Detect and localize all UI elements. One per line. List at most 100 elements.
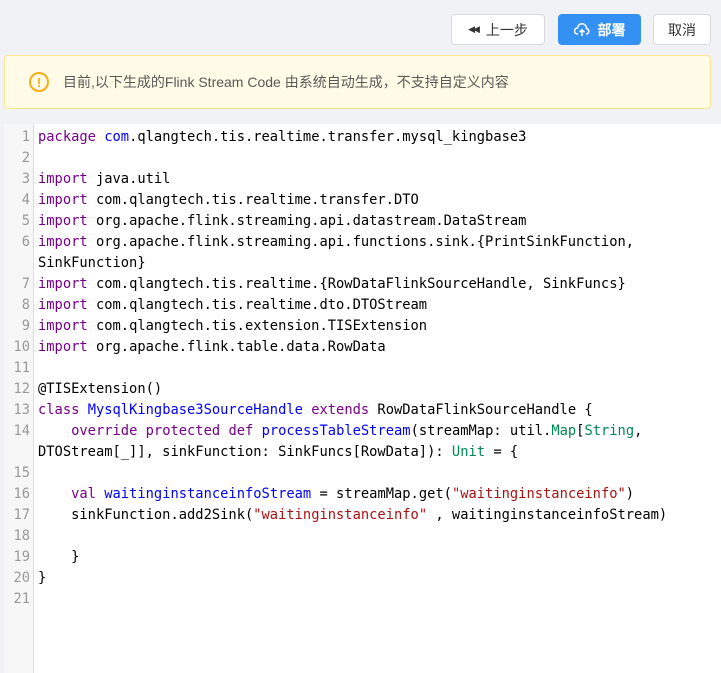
token-kw: val: [71, 486, 96, 502]
token: com.qlangtech.tis.realtime.{RowDataFlink…: [88, 276, 626, 292]
code-line: 15: [4, 463, 714, 484]
code-text: }: [38, 547, 713, 568]
code-text: @TISExtension(): [38, 379, 713, 400]
code-text: package com.qlangtech.tis.realtime.trans…: [38, 127, 713, 148]
code-text: import org.apache.flink.streaming.api.da…: [38, 211, 713, 232]
token-def: MysqlKingbase3SourceHandle: [88, 402, 303, 418]
line-number: 20: [4, 568, 38, 589]
code-text: }: [38, 568, 713, 589]
code-line: 6import org.apache.flink.streaming.api.f…: [4, 232, 714, 274]
token-type: Unit: [452, 444, 485, 460]
token-kw: override: [71, 423, 137, 439]
code-line: 19 }: [4, 547, 714, 568]
code-text: [38, 358, 713, 379]
code-text: override protected def processTableStrea…: [38, 421, 713, 463]
code-line: 12@TISExtension(): [4, 379, 714, 400]
cancel-button[interactable]: 取消: [653, 14, 711, 45]
code-line: 14 override protected def processTableSt…: [4, 421, 714, 463]
line-number: 5: [4, 211, 38, 232]
token-str: "waitinginstanceinfo": [452, 486, 626, 502]
code-text: val waitinginstanceinfoStream = streamMa…: [38, 484, 713, 505]
token: [38, 486, 71, 502]
code-text: import com.qlangtech.tis.realtime.transf…: [38, 190, 713, 211]
code-text: import com.qlangtech.tis.extension.TISEx…: [38, 316, 713, 337]
prev-step-button[interactable]: ◀◀ 上一步: [451, 14, 545, 45]
line-number: 9: [4, 316, 38, 337]
line-number: 1: [4, 127, 38, 148]
line-number: 7: [4, 274, 38, 295]
code-text: [38, 589, 713, 610]
token-type: Map: [551, 423, 576, 439]
line-number: 8: [4, 295, 38, 316]
token: com.qlangtech.tis.realtime.transfer.DTO: [88, 192, 419, 208]
token-kw: import: [38, 192, 88, 208]
token: , waitinginstanceinfoStream): [427, 507, 667, 523]
code-line: 18: [4, 526, 714, 547]
code-editor[interactable]: 1package com.qlangtech.tis.realtime.tran…: [4, 124, 721, 673]
line-number: 2: [4, 148, 38, 169]
token-kw: import: [38, 339, 88, 355]
token: @TISExtension(): [38, 381, 162, 397]
code-text: import java.util: [38, 169, 713, 190]
token: (streamMap: util.: [411, 423, 552, 439]
code-text: class MysqlKingbase3SourceHandle extends…: [38, 400, 713, 421]
line-number: 10: [4, 337, 38, 358]
token-kw: import: [38, 171, 88, 187]
code-line: 16 val waitinginstanceinfoStream = strea…: [4, 484, 714, 505]
code-line: 2: [4, 148, 714, 169]
line-number: 21: [4, 589, 38, 610]
cloud-upload-icon: [574, 23, 590, 37]
code-line: 10import org.apache.flink.table.data.Row…: [4, 337, 714, 358]
token: [253, 423, 261, 439]
token: org.apache.flink.table.data.RowData: [88, 339, 386, 355]
token-kw: import: [38, 234, 88, 250]
token: [38, 423, 71, 439]
token-type: String: [584, 423, 634, 439]
alert-message: 目前,以下生成的Flink Stream Code 由系统自动生成，不支持自定义…: [63, 72, 509, 92]
deploy-button[interactable]: 部署: [558, 14, 641, 45]
token: org.apache.flink.streaming.api.datastrea…: [88, 213, 527, 229]
token-kw: extends: [311, 402, 369, 418]
code-lines: 1package com.qlangtech.tis.realtime.tran…: [4, 127, 714, 610]
code-line: 4import com.qlangtech.tis.realtime.trans…: [4, 190, 714, 211]
token: com.qlangtech.tis.extension.TISExtension: [88, 318, 427, 334]
token-def: com: [104, 129, 129, 145]
code-text: [38, 526, 713, 547]
code-line: 8import com.qlangtech.tis.realtime.dto.D…: [4, 295, 714, 316]
token: [303, 402, 311, 418]
cancel-label: 取消: [668, 20, 696, 40]
token: [79, 402, 87, 418]
token-def: processTableStream: [262, 423, 411, 439]
code-text: [38, 463, 713, 484]
token-def: waitinginstanceinfoStream: [104, 486, 311, 502]
line-number: 15: [4, 463, 38, 484]
token: ): [626, 486, 634, 502]
token-kw: class: [38, 402, 79, 418]
code-line: 1package com.qlangtech.tis.realtime.tran…: [4, 127, 714, 148]
code-line: 13class MysqlKingbase3SourceHandle exten…: [4, 400, 714, 421]
code-text: import org.apache.flink.streaming.api.fu…: [38, 232, 713, 274]
prev-step-label: 上一步: [486, 20, 528, 40]
line-number: 17: [4, 505, 38, 526]
token-kw: import: [38, 276, 88, 292]
line-number: 19: [4, 547, 38, 568]
line-number: 3: [4, 169, 38, 190]
token: RowDataFlinkSourceHandle {: [369, 402, 593, 418]
code-line: 21: [4, 589, 714, 610]
token: java.util: [88, 171, 171, 187]
token-kw: protected: [146, 423, 221, 439]
deploy-label: 部署: [598, 20, 626, 40]
token: [96, 486, 104, 502]
token: sinkFunction.add2Sink(: [38, 507, 253, 523]
line-number: 11: [4, 358, 38, 379]
warning-icon: !: [29, 72, 49, 92]
token: = {: [485, 444, 518, 460]
line-number: 16: [4, 484, 38, 505]
token-kw: import: [38, 297, 88, 313]
line-number: 14: [4, 421, 38, 463]
code-text: sinkFunction.add2Sink("waitinginstancein…: [38, 505, 713, 526]
token-kw: def: [228, 423, 253, 439]
line-number: 18: [4, 526, 38, 547]
code-line: 17 sinkFunction.add2Sink("waitinginstanc…: [4, 505, 714, 526]
token: [96, 129, 104, 145]
